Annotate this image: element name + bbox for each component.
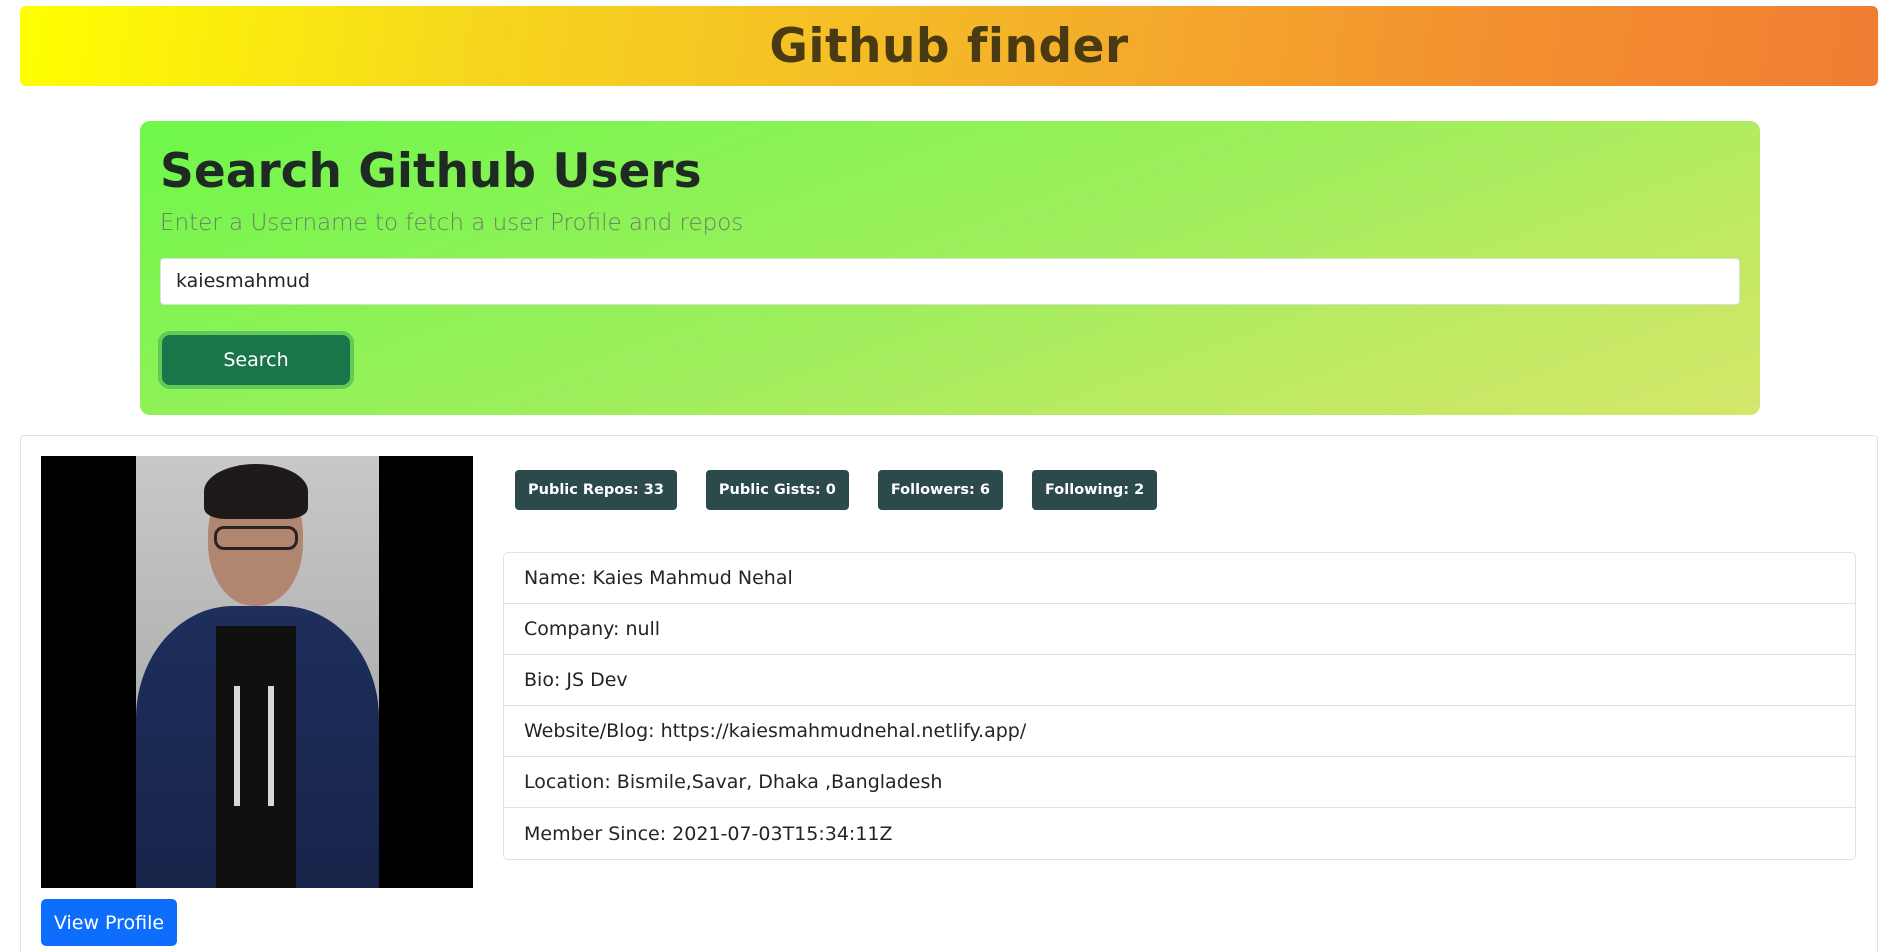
badge-public-gists: Public Gists: 0 (705, 470, 849, 510)
detail-member-since: Member Since: 2021-07-03T15:34:11Z (524, 822, 893, 845)
app-title: Github finder (769, 18, 1129, 74)
detail-location: Location: Bismile,Savar, Dhaka ,Banglade… (504, 757, 1855, 808)
badge-followers: Followers: 6 (877, 470, 1003, 510)
search-subtitle: Enter a Username to fetch a user Profile… (160, 209, 744, 236)
view-profile-button[interactable]: View Profile (41, 899, 177, 946)
stats-badges: Public Repos: 33 Public Gists: 0 Followe… (515, 470, 1158, 510)
detail-bio: Bio: JS Dev (504, 655, 1855, 706)
badge-public-repos: Public Repos: 33 (515, 470, 677, 510)
badge-following: Following: 2 (1031, 470, 1158, 510)
search-input[interactable] (160, 257, 1740, 305)
profile-card: View Profile Public Repos: 33 Public Gis… (20, 435, 1878, 952)
detail-company: Company: null (504, 604, 1855, 655)
avatar (41, 456, 473, 888)
page: Github finder Search Github Users Enter … (0, 0, 1893, 952)
profile-details-list: Name: Kaies Mahmud Nehal Company: null B… (503, 552, 1856, 860)
detail-name: Name: Kaies Mahmud Nehal (504, 553, 1855, 604)
search-button[interactable]: Search (162, 334, 350, 385)
header-banner: Github finder (20, 6, 1878, 86)
detail-website: Website/Blog: https://kaiesmahmudnehal.n… (504, 706, 1855, 757)
avatar-photo (136, 456, 379, 888)
search-panel: Search Github Users Enter a Username to … (140, 121, 1760, 415)
search-heading: Search Github Users (160, 144, 702, 199)
